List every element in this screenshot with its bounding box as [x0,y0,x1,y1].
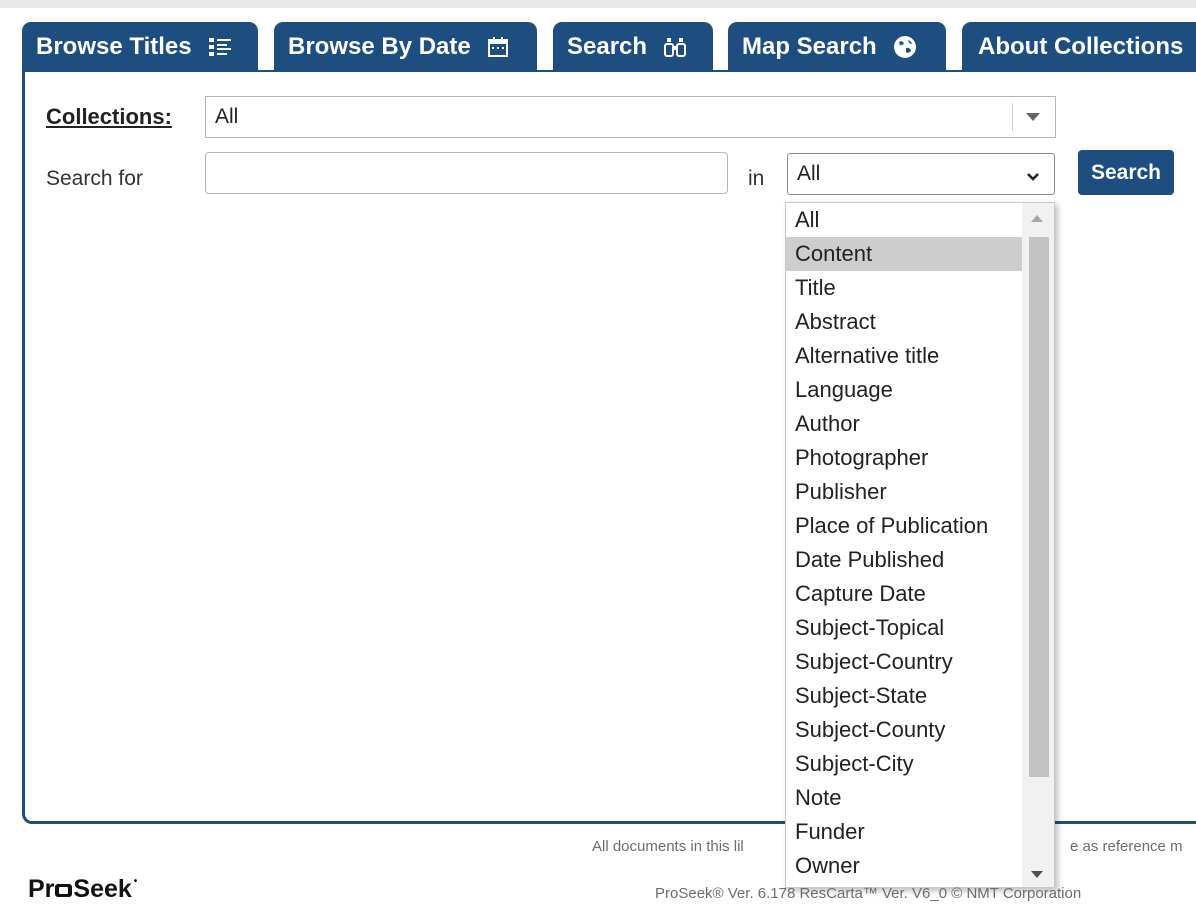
tab-label: Browse Titles [36,33,192,60]
list-icon [208,36,232,58]
tab-map-search[interactable]: Map Search [728,22,946,72]
in-label: in [748,167,765,190]
proseek-logo: Pr Seek • [28,875,138,903]
dropdown-option[interactable]: Subject-Topical [786,611,1022,645]
dropdown-scrollbar[interactable] [1022,203,1054,887]
search-input[interactable] [205,152,728,194]
scroll-down-icon[interactable] [1031,871,1043,878]
dropdown-option[interactable]: Funder [786,815,1022,849]
version-text: ProSeek® Ver. 6.178 ResCarta™ Ver. V6_0 … [655,885,1082,902]
collections-label[interactable]: Collections: [46,104,172,130]
dropdown-option[interactable]: Note [786,781,1022,815]
tab-label: Browse By Date [288,33,471,60]
dropdown-option[interactable]: Subject-Country [786,645,1022,679]
dropdown-option[interactable]: Date Published [786,543,1022,577]
page: Browse Titles Browse By Date Search Map … [0,0,1196,917]
dropdown-option[interactable]: Author [786,407,1022,441]
binoculars-icon [663,36,687,58]
tab-label: Search [567,33,648,60]
dropdown-option[interactable]: All [786,203,1022,237]
field-dropdown-list[interactable]: All Content Title Abstract Alternative t… [785,202,1055,888]
collections-select[interactable]: All [205,96,1056,138]
scroll-up-icon[interactable] [1031,215,1043,222]
dropdown-option[interactable]: Alternative title [786,339,1022,373]
dropdown-option-highlighted[interactable]: Content [786,237,1022,271]
search-field-select[interactable]: All [787,153,1055,195]
search-button[interactable]: Search [1078,150,1174,195]
collections-value: All [215,105,239,128]
tab-browse-titles[interactable]: Browse Titles [22,22,258,72]
footer-notice: All documents in this lil [592,838,744,855]
field-value: All [797,162,821,185]
footer-notice-continued: e as reference m [1070,838,1183,855]
tab-about-collections[interactable]: About Collections [962,22,1196,72]
dropdown-option[interactable]: Language [786,373,1022,407]
dropdown-option[interactable]: Place of Publication [786,509,1022,543]
calendar-icon [487,36,509,58]
dropdown-option[interactable]: Capture Date [786,577,1022,611]
dropdown-option[interactable]: Publisher [786,475,1022,509]
tab-label: About Collections [978,33,1184,60]
tab-search[interactable]: Search [553,22,713,72]
top-edge [0,0,1196,8]
tab-browse-by-date[interactable]: Browse By Date [274,22,537,72]
tab-label: Map Search [742,33,877,60]
dropdown-option[interactable]: Abstract [786,305,1022,339]
chevron-down-icon [1026,166,1040,190]
select-separator [1012,103,1013,131]
dropdown-option[interactable]: Title [786,271,1022,305]
search-for-label: Search for [46,167,143,190]
scroll-thumb[interactable] [1029,237,1049,777]
globe-icon [893,35,917,59]
dropdown-option[interactable]: Subject-County [786,713,1022,747]
dropdown-option[interactable]: Subject-State [786,679,1022,713]
dropdown-option[interactable]: Photographer [786,441,1022,475]
dropdown-option[interactable]: Owner [786,849,1022,883]
caret-down-icon[interactable] [1026,113,1040,121]
dropdown-option[interactable]: Subject-City [786,747,1022,781]
